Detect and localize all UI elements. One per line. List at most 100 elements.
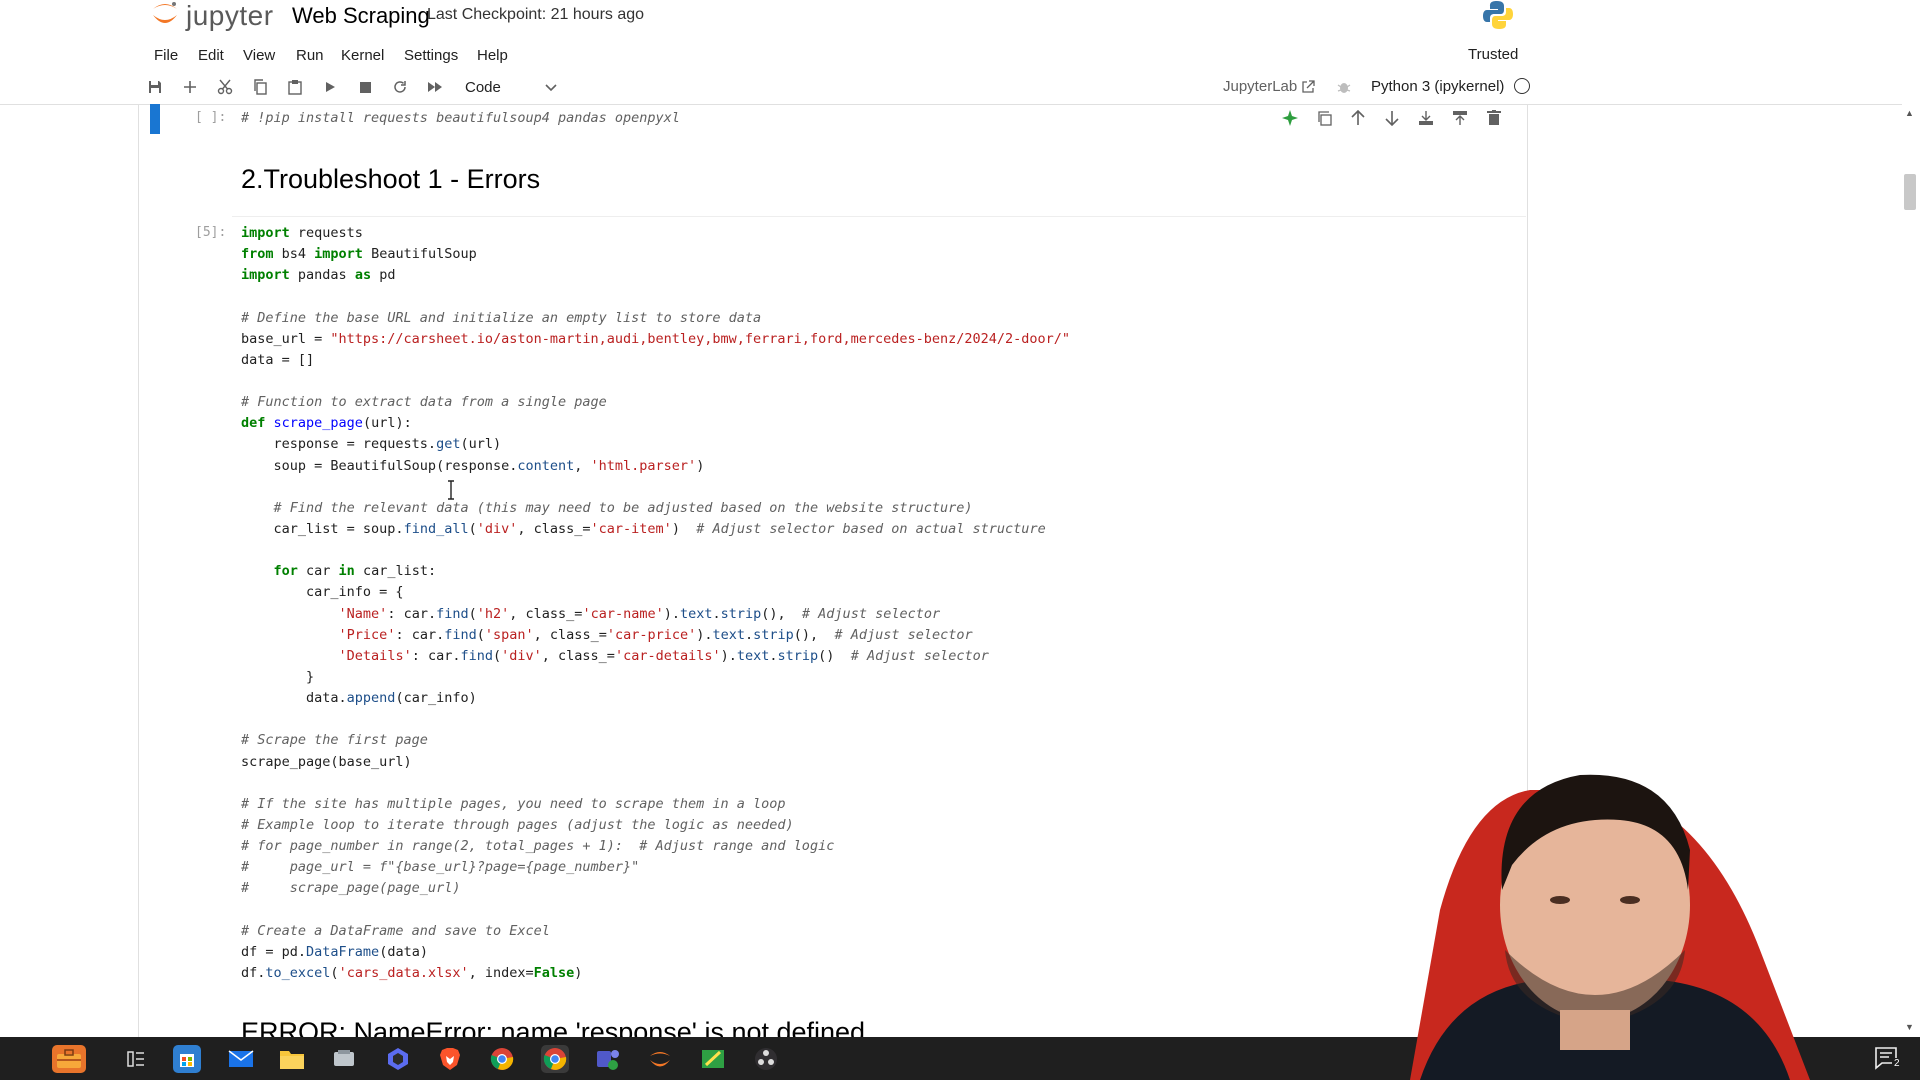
taskbar-chrome-icon[interactable] (488, 1045, 516, 1073)
code-line: # for page_number in range(2, total_page… (241, 836, 1070, 857)
code-token: base_url = (241, 330, 331, 347)
code-token: (data) (379, 943, 428, 960)
menu-settings[interactable]: Settings (404, 47, 458, 64)
code-token: # Create a DataFrame and save to Excel (241, 922, 550, 939)
code-token: strip (753, 626, 794, 643)
restart-run-all-button[interactable] (424, 76, 446, 98)
code-token: df. (241, 964, 266, 981)
code-token: } (241, 668, 315, 685)
code-token: in (338, 563, 355, 580)
markdown-heading[interactable]: 2.Troubleshoot 1 - Errors (241, 164, 540, 195)
code-token: ( (493, 647, 502, 664)
code-token: 'cars_data.xlsx' (338, 964, 469, 981)
delete-cell-button[interactable] (1484, 108, 1504, 128)
taskbar-sketch-icon[interactable] (699, 1045, 727, 1073)
code-line: response = requests.get(url) (241, 434, 1070, 455)
jupyter-logo[interactable]: jupyter (150, 0, 274, 32)
taskbar-store-icon[interactable] (173, 1045, 201, 1073)
stop-button[interactable] (354, 76, 376, 98)
taskbar-mail-icon[interactable] (227, 1045, 255, 1073)
code-token: scrape_page (273, 415, 363, 432)
code-line: car_info = { (241, 582, 1070, 603)
copy-button[interactable] (249, 76, 271, 98)
scroll-up-icon[interactable]: ▲ (1905, 108, 1914, 118)
code-token: 'div' (501, 647, 542, 664)
code-token: , class_= (509, 605, 583, 622)
cell-code-line: # !pip install requests beautifulsoup4 p… (241, 110, 680, 126)
move-up-button[interactable] (1348, 108, 1368, 128)
insert-above-button[interactable] (1416, 108, 1436, 128)
save-button[interactable] (144, 76, 166, 98)
checkpoint-status: Last Checkpoint: 21 hours ago (427, 6, 645, 23)
code-token: ) (671, 520, 697, 537)
taskbar-task-view-icon[interactable] (122, 1045, 150, 1073)
insert-below-button[interactable] (1450, 108, 1470, 128)
taskbar-jupyter-icon[interactable] (646, 1045, 674, 1073)
code-token: text (712, 626, 746, 643)
menu-run[interactable]: Run (296, 47, 324, 64)
code-token: () (818, 647, 851, 664)
code-line: # Define the base URL and initialize an … (241, 308, 1070, 329)
trusted-indicator[interactable]: Trusted (1468, 46, 1518, 63)
obs-icon (755, 1048, 777, 1070)
taskbar-chrome-active-icon[interactable] (541, 1045, 569, 1073)
taskbar-briefcase-icon[interactable] (52, 1045, 86, 1073)
code-line: car_list = soup.find_all('div', class_='… (241, 519, 1070, 540)
code-token: (url): (362, 415, 412, 432)
active-cell-indicator (150, 104, 160, 134)
debugger-icon[interactable] (1336, 79, 1352, 95)
brave-browser-icon (440, 1048, 460, 1070)
menu-help[interactable]: Help (477, 47, 508, 64)
code-line: # Example loop to iterate through pages … (241, 815, 1070, 836)
jupyter-icon (650, 1052, 670, 1067)
code-token: find_all (403, 520, 469, 537)
code-token: ( (468, 605, 477, 622)
restart-button[interactable] (389, 76, 411, 98)
scissors-icon (217, 79, 233, 95)
code-line: scrape_page(base_url) (241, 752, 1070, 773)
code-token: as (354, 267, 372, 284)
menu-kernel[interactable]: Kernel (341, 47, 384, 64)
jupyterlab-link[interactable]: JupyterLab (1223, 78, 1315, 95)
taskbar-obs-icon[interactable] (752, 1045, 780, 1073)
taskbar-teams-icon[interactable] (594, 1045, 622, 1073)
ai-assist-button[interactable] (1280, 108, 1300, 128)
kernel-name[interactable]: Python 3 (ipykernel) (1371, 78, 1504, 95)
add-cell-button[interactable] (179, 76, 201, 98)
code-token: (car_info) (395, 690, 477, 707)
scrollbar-thumb[interactable] (1904, 174, 1916, 210)
code-token: append (346, 690, 396, 707)
code-token: ). (696, 626, 713, 643)
menu-view[interactable]: View (243, 47, 275, 64)
code-token: strip (777, 647, 819, 664)
taskbar-copilot-icon[interactable] (384, 1045, 412, 1073)
menu-file[interactable]: File (154, 47, 178, 64)
code-token: (), (793, 626, 835, 643)
code-editor[interactable]: import requests from bs4 import Beautiful… (241, 223, 1070, 984)
chrome-icon (543, 1048, 567, 1070)
cell-toolbar (1280, 108, 1504, 128)
code-token: get (436, 436, 461, 453)
code-token: soup = BeautifulSoup(response. (241, 457, 518, 474)
paste-button[interactable] (284, 76, 306, 98)
code-token: ( (468, 520, 477, 537)
taskbar-brave-icon[interactable] (436, 1045, 464, 1073)
code-line: from bs4 import BeautifulSoup (241, 244, 1070, 265)
code-token: "https://carsheet.io/aston-martin,audi,b… (330, 330, 1071, 347)
move-down-button[interactable] (1382, 108, 1402, 128)
code-token: # Define the base URL and initialize an … (241, 309, 762, 326)
cut-button[interactable] (214, 76, 236, 98)
run-button[interactable] (319, 76, 341, 98)
code-token: ) (696, 457, 705, 474)
menu-edit[interactable]: Edit (198, 47, 224, 64)
cell-type-select[interactable]: Code (455, 77, 565, 99)
taskbar-app-icon[interactable] (330, 1045, 358, 1073)
notebook-title[interactable]: Web Scraping (292, 3, 430, 29)
code-token: df = pd. (241, 943, 307, 960)
code-token: , class_= (517, 520, 591, 537)
duplicate-cell-button[interactable] (1314, 108, 1334, 128)
taskbar-file-explorer-icon[interactable] (278, 1045, 306, 1073)
code-token: # Adjust selector (850, 647, 989, 664)
